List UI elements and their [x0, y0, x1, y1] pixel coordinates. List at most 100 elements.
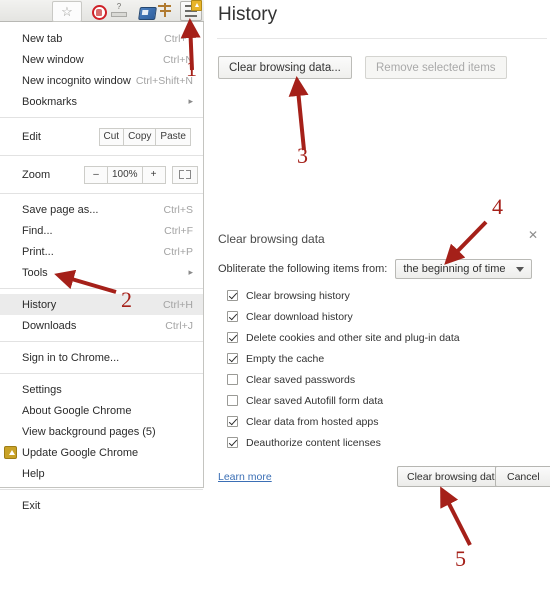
menu-item-history[interactable]: History Ctrl+H [0, 294, 203, 315]
menu-item-label: Downloads [22, 319, 77, 332]
option-clear-saved-passwords[interactable]: Clear saved passwords [227, 369, 537, 390]
option-clear-saved-autofill-form-data[interactable]: Clear saved Autofill form data [227, 390, 537, 411]
copy-button[interactable]: Copy [123, 127, 157, 146]
menu-item-label: Settings [22, 383, 62, 396]
help-icon[interactable]: ? [110, 2, 128, 18]
menu-item-sign-in-to-chrome[interactable]: Sign in to Chrome... [0, 347, 203, 368]
zoom-label: Zoom [22, 168, 51, 181]
option-clear-download-history[interactable]: Clear download history [227, 306, 537, 327]
zoom-in-button[interactable]: + [141, 165, 166, 184]
option-clear-data-from-hosted-apps[interactable]: Clear data from hosted apps [227, 411, 537, 432]
screen-icon[interactable] [134, 3, 160, 23]
remove-selected-items-button: Remove selected items [365, 56, 507, 79]
clear-browsing-data-confirm-button[interactable]: Clear browsing data [397, 466, 511, 487]
menu-item-about-google-chrome[interactable]: About Google Chrome [0, 400, 203, 421]
menu-item-view-background-pages[interactable]: View background pages (5) [0, 421, 203, 442]
paste-button[interactable]: Paste [155, 127, 191, 146]
menu-item-new-tab[interactable]: New tab Ctrl+T [0, 28, 203, 49]
learn-more-link[interactable]: Learn more [218, 471, 272, 483]
zoom-out-button[interactable]: – [84, 165, 108, 184]
bookmark-star-button[interactable]: ☆ [52, 1, 82, 22]
option-deauthorize-content-licenses[interactable]: Deauthorize content licenses [227, 432, 537, 453]
menu-item-label: New window [22, 53, 84, 66]
menu-item-accelerator: Ctrl+S [163, 203, 193, 216]
clear-browsing-data-button[interactable]: Clear browsing data... [218, 56, 352, 79]
chevron-right-icon: ▸ [188, 267, 193, 277]
menu-item-label: Exit [22, 499, 41, 512]
menu-row-zoom: Zoom – 100% + [0, 161, 203, 188]
checkbox[interactable] [227, 437, 238, 448]
menu-item-tools[interactable]: Tools ▸ [0, 262, 203, 283]
option-label: Empty the cache [246, 352, 325, 365]
option-label: Deauthorize content licenses [246, 436, 381, 449]
option-label: Clear download history [246, 310, 353, 323]
clear-browsing-data-dialog: Clear browsing data ✕ Obliterate the fol… [213, 223, 550, 493]
menu-item-print[interactable]: Print... Ctrl+P [0, 241, 203, 262]
menu-item-label: Update Google Chrome [22, 446, 139, 459]
checkbox[interactable] [227, 332, 238, 343]
menu-item-label: History [22, 298, 57, 311]
page-title: History [218, 4, 278, 25]
edit-label: Edit [22, 130, 41, 143]
hamburger-menu-icon[interactable] [180, 0, 202, 21]
menu-item-settings[interactable]: Settings [0, 379, 203, 400]
close-icon[interactable]: ✕ [528, 229, 538, 241]
menu-item-label: Save page as... [22, 203, 99, 216]
checkbox[interactable] [227, 353, 238, 364]
obliterate-label: Obliterate the following items from: [218, 263, 388, 275]
dialog-title: Clear browsing data [218, 232, 325, 246]
menu-item-bookmarks[interactable]: Bookmarks ▸ [0, 91, 203, 112]
menu-item-accelerator: Ctrl+P [163, 245, 193, 258]
menu-separator [0, 288, 203, 289]
fullscreen-icon[interactable] [171, 165, 198, 184]
option-label: Clear saved passwords [246, 373, 356, 386]
annotation-number-1: 1 [186, 56, 197, 81]
menu-item-save-page-as[interactable]: Save page as... Ctrl+S [0, 199, 203, 220]
option-delete-cookies[interactable]: Delete cookies and other site and plug-i… [227, 327, 537, 348]
chevron-down-icon [515, 266, 524, 272]
screenshot-root: ☆ ? New tab Ctrl+T New window Ctrl+N New… [0, 0, 550, 600]
menu-item-downloads[interactable]: Downloads Ctrl+J [0, 315, 203, 336]
annotation-number-5: 5 [455, 546, 466, 571]
menu-item-label: New tab [22, 32, 63, 45]
option-label: Delete cookies and other site and plug-i… [246, 331, 460, 344]
checkbox[interactable] [227, 416, 238, 427]
menu-item-label: About Google Chrome [22, 404, 132, 417]
chevron-right-icon: ▸ [188, 96, 193, 106]
zoom-level-value: 100% [107, 165, 143, 184]
menu-item-find[interactable]: Find... Ctrl+F [0, 220, 203, 241]
menu-item-new-incognito-window[interactable]: New incognito window Ctrl+Shift+N [0, 70, 203, 91]
menu-item-exit[interactable]: Exit [0, 495, 203, 516]
option-empty-the-cache[interactable]: Empty the cache [227, 348, 537, 369]
cancel-button[interactable]: Cancel [495, 466, 550, 487]
cut-button[interactable]: Cut [98, 127, 125, 146]
checkbox[interactable] [227, 290, 238, 301]
menu-separator [0, 193, 203, 194]
menu-item-help[interactable]: Help [0, 463, 203, 484]
update-icon [4, 446, 17, 459]
option-label: Clear browsing history [246, 289, 350, 302]
checkbox[interactable] [227, 311, 238, 322]
annotation-number-4: 4 [492, 194, 503, 219]
menu-separator [0, 155, 203, 156]
menu-item-update-google-chrome[interactable]: Update Google Chrome [0, 442, 203, 463]
menu-item-label: Help [22, 467, 45, 480]
menu-item-accelerator: Ctrl+Shift+N [135, 74, 193, 87]
checkbox[interactable] [227, 395, 238, 406]
checkbox[interactable] [227, 374, 238, 385]
menu-item-label: Find... [22, 224, 53, 237]
time-range-dropdown[interactable]: the beginning of time [395, 259, 532, 279]
menu-item-label: Tools [22, 266, 48, 279]
option-clear-browsing-history[interactable]: Clear browsing history [227, 285, 537, 306]
menu-separator [0, 373, 203, 374]
menu-item-accelerator: Ctrl+J [165, 319, 193, 332]
shield-icon[interactable] [86, 2, 112, 22]
star-icon: ☆ [61, 4, 73, 19]
menu-item-new-window[interactable]: New window Ctrl+N [0, 49, 203, 70]
wrench-icon[interactable] [158, 3, 174, 17]
menu-row-edit: Edit Cut Copy Paste [0, 123, 203, 150]
title-divider [217, 38, 547, 39]
annotation-number-2: 2 [121, 287, 132, 312]
zoom-controls: – 100% + [84, 165, 198, 184]
burger-line [185, 15, 197, 17]
